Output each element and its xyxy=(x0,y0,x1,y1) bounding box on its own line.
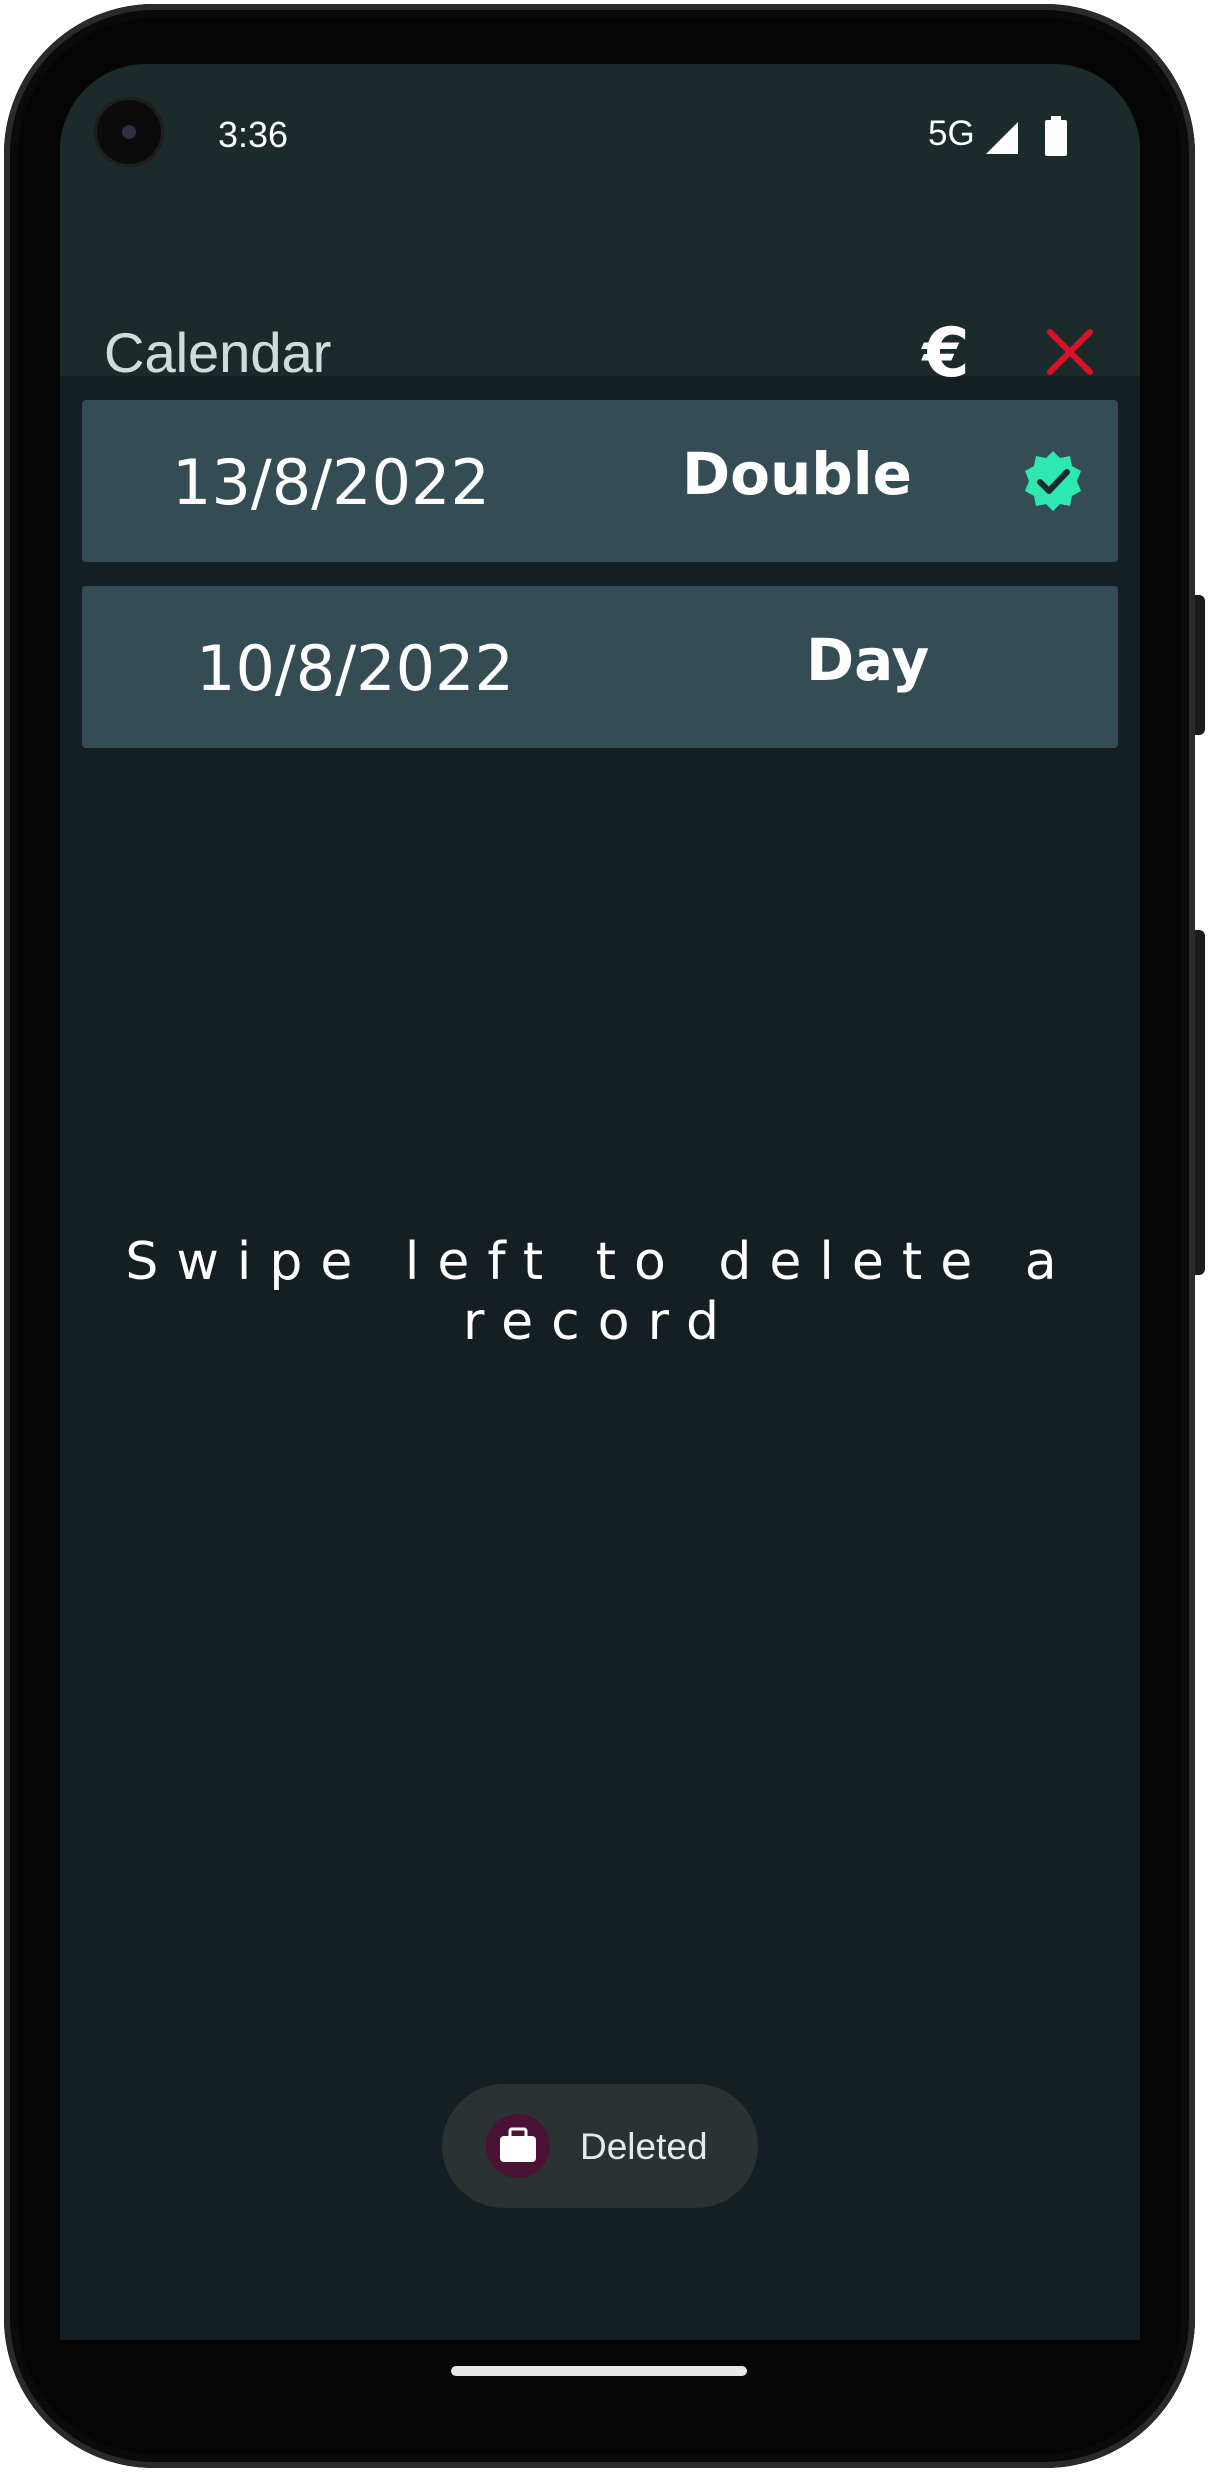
close-icon[interactable] xyxy=(1038,320,1102,384)
network-type: 5G xyxy=(928,114,975,153)
record-item[interactable]: 13/8/2022 Double xyxy=(82,400,1118,562)
app-icon xyxy=(486,2114,550,2178)
front-camera xyxy=(94,97,164,167)
status-time: 3:36 xyxy=(218,114,289,155)
page-title: Calendar xyxy=(104,321,332,384)
briefcase-icon xyxy=(500,2127,536,2162)
battery-icon xyxy=(1045,116,1067,156)
record-type: Day xyxy=(806,626,930,694)
record-date: 13/8/2022 xyxy=(172,446,490,519)
toast-text: Deleted xyxy=(580,2126,708,2167)
currency-button[interactable]: € xyxy=(910,314,982,394)
verified-badge-icon xyxy=(1025,451,1081,511)
toast: Deleted xyxy=(442,2084,758,2208)
record-type: Double xyxy=(682,440,913,508)
record-date: 10/8/2022 xyxy=(196,632,514,705)
screen: 3:36 5G Calendar Calendar € 13/8/2022 Do… xyxy=(60,64,1140,2340)
signal-icon xyxy=(986,122,1018,154)
swipe-hint: Swipe left to delete a record xyxy=(125,1232,1075,1352)
volume-button[interactable] xyxy=(1195,930,1205,1275)
power-button[interactable] xyxy=(1195,595,1205,735)
euro-icon: € xyxy=(922,314,970,393)
status-bar: 3:36 5G xyxy=(60,64,1140,208)
record-item[interactable]: 10/8/2022 Day xyxy=(82,586,1118,748)
home-indicator[interactable] xyxy=(451,2366,747,2376)
